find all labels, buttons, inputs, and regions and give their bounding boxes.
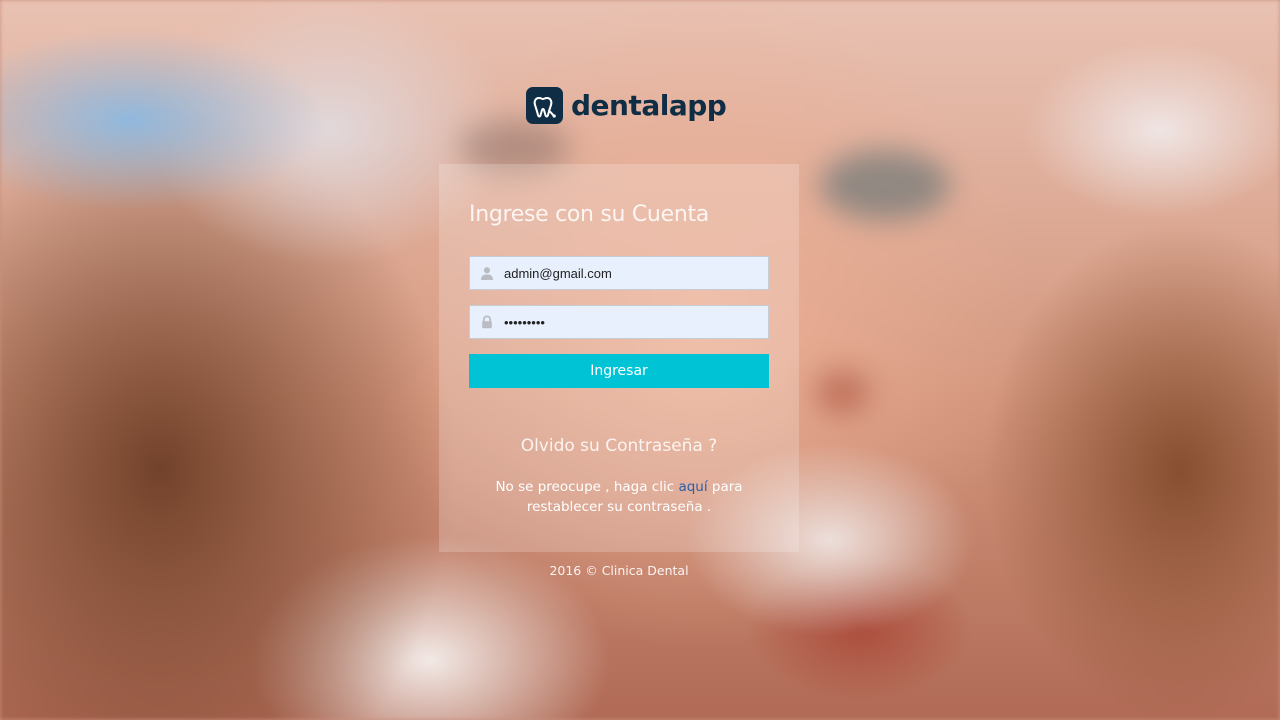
brand-name: dentalapp — [571, 89, 727, 122]
email-field[interactable] — [469, 256, 769, 290]
forgot-password-title: Olvido su Contraseña ? — [520, 436, 718, 456]
background-shape — [820, 150, 950, 220]
email-input[interactable] — [504, 258, 754, 288]
lock-icon — [470, 306, 504, 338]
login-title: Ingrese con su Cuenta — [469, 202, 709, 227]
forgot-text-before: No se preocupe , haga clic — [495, 479, 679, 495]
background-shape — [815, 370, 870, 415]
brand-logo: dentalapp — [526, 87, 727, 124]
tooth-icon — [526, 87, 563, 124]
reset-password-link[interactable]: aquí — [678, 479, 707, 495]
footer-copyright: 2016 © Clinica Dental — [549, 563, 689, 578]
password-input[interactable] — [504, 307, 754, 337]
password-field[interactable] — [469, 305, 769, 339]
forgot-password-text: No se preocupe , haga clic aquí para res… — [479, 477, 759, 517]
login-panel: Ingrese con su Cuenta Ingresar Olvido su… — [439, 164, 799, 552]
user-icon — [470, 257, 504, 289]
login-button[interactable]: Ingresar — [469, 354, 769, 388]
